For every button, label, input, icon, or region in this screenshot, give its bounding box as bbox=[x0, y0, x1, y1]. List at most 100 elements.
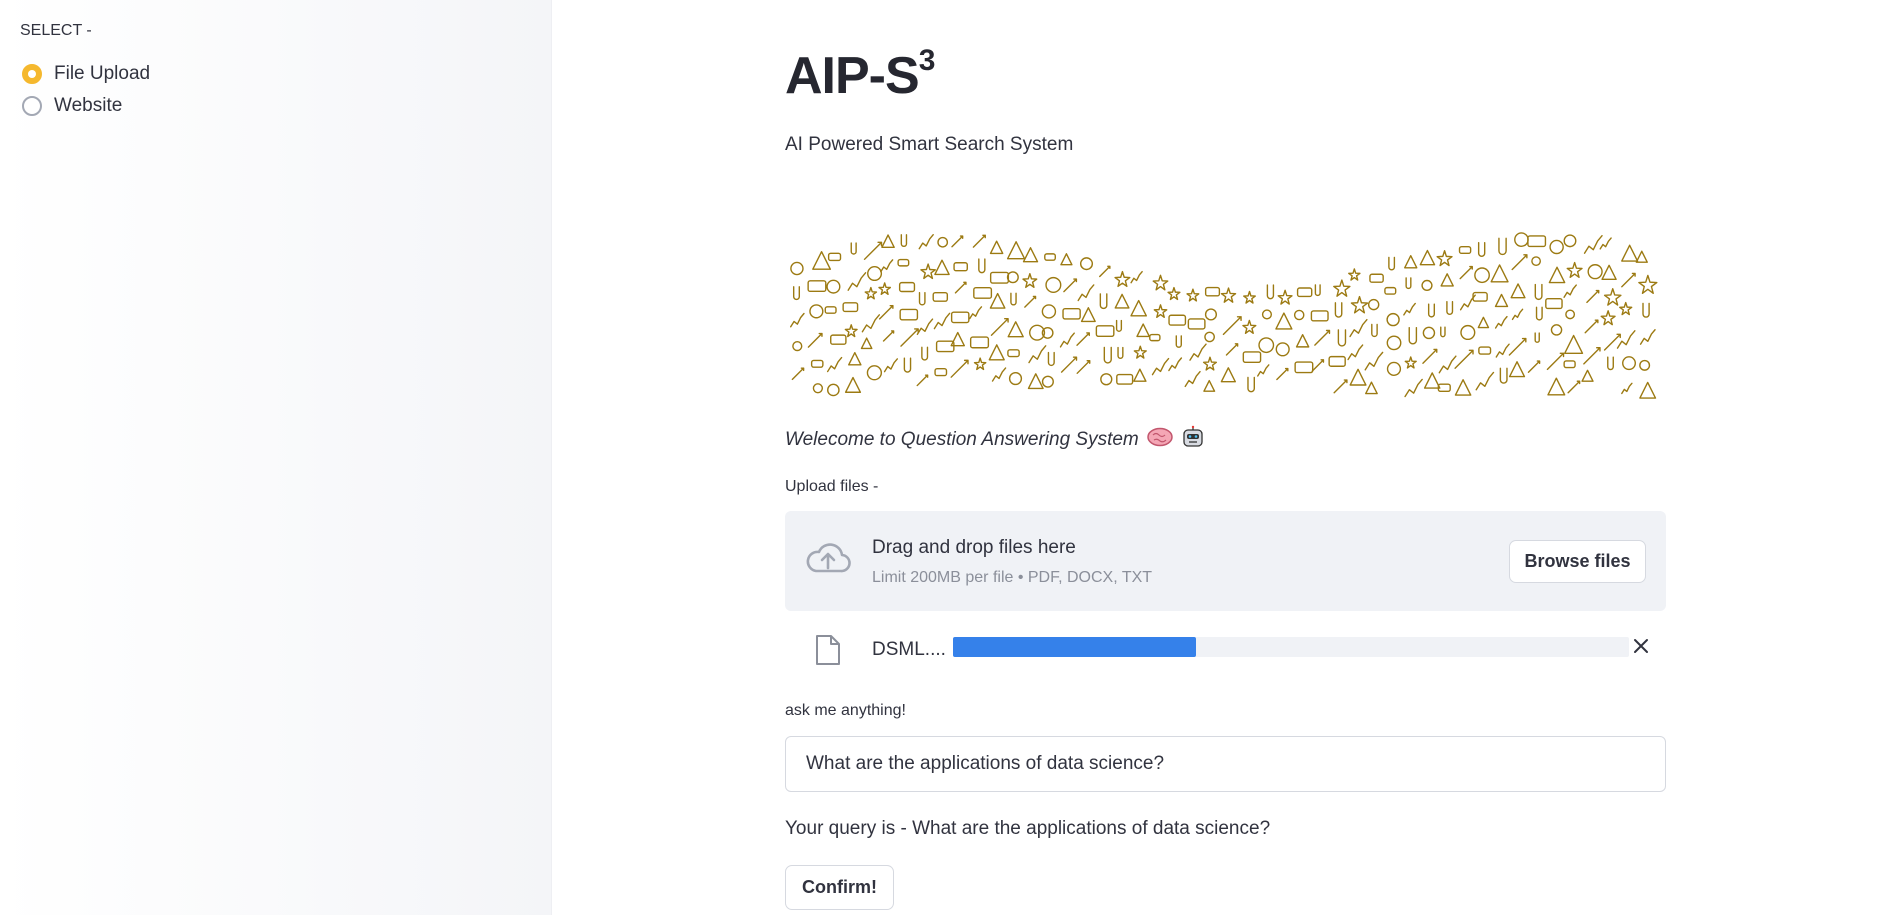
doodle-sketch-icon bbox=[916, 374, 929, 387]
doodle-sketch-icon bbox=[1563, 360, 1576, 369]
doodle-sketch-icon bbox=[1494, 293, 1509, 308]
doodle-sketch-icon bbox=[1258, 337, 1275, 354]
remove-file-close-icon[interactable] bbox=[1627, 632, 1655, 660]
doodle-sketch-icon bbox=[1099, 293, 1108, 310]
doodle-sketch-icon bbox=[1027, 373, 1044, 390]
doodle-sketch-icon bbox=[1369, 273, 1384, 283]
doodle-sketch-icon bbox=[1511, 308, 1524, 321]
doodle-sketch-icon bbox=[898, 281, 916, 293]
browse-files-button[interactable]: Browse files bbox=[1509, 540, 1646, 583]
doodle-sketch-icon bbox=[969, 306, 983, 320]
doodle-sketch-icon bbox=[1599, 237, 1612, 250]
doodle-sketch-icon bbox=[899, 308, 919, 321]
doodle-sketch-icon bbox=[937, 236, 949, 248]
doodle-sketch-icon bbox=[809, 304, 824, 319]
page-title-text: AIP-S bbox=[785, 47, 920, 105]
doodle-sketch-icon bbox=[1136, 323, 1151, 338]
doodle-sketch-icon bbox=[1600, 310, 1616, 326]
doodle-sketch-icon bbox=[1472, 291, 1488, 302]
doodle-sketch-icon bbox=[1133, 345, 1147, 359]
doodle-sketch-icon bbox=[1440, 273, 1454, 287]
doodle-sketch-icon bbox=[1275, 342, 1290, 357]
page-title-superscript: 3 bbox=[918, 44, 936, 77]
doodle-sketch-icon bbox=[1187, 318, 1206, 330]
doodle-sketch-icon bbox=[1534, 283, 1543, 300]
page-subtitle: AI Powered Smart Search System bbox=[785, 134, 1074, 155]
doodle-sketch-icon bbox=[850, 242, 857, 255]
upload-files-label: Upload files - bbox=[785, 478, 879, 495]
doodle-sketch-icon bbox=[1175, 335, 1182, 348]
doodle-sketch-icon bbox=[1499, 367, 1508, 384]
doodle-sketch-icon bbox=[1639, 359, 1651, 371]
doodle-sketch-icon bbox=[1508, 337, 1527, 356]
doodle-sketch-icon bbox=[1514, 232, 1529, 247]
doodle-sketch-icon bbox=[1446, 301, 1454, 315]
doodle-sketch-icon bbox=[1247, 376, 1255, 393]
doodle-sketch-icon bbox=[1296, 287, 1313, 298]
doodle-sketch-icon bbox=[864, 286, 878, 300]
doodle-sketch-icon bbox=[807, 280, 827, 293]
uploaded-file-name: DSML.... bbox=[872, 639, 946, 660]
doodle-sketch-icon bbox=[989, 292, 1006, 309]
doodle-sketch-icon bbox=[1638, 274, 1658, 294]
doodle-sketch-icon bbox=[921, 346, 929, 361]
doodle-sketch-icon bbox=[1348, 268, 1361, 281]
dropzone-title: Drag and drop files here bbox=[872, 537, 1076, 558]
doodle-sketch-icon bbox=[1168, 357, 1183, 372]
doodle-sketch-icon bbox=[1041, 375, 1054, 388]
confirm-button[interactable]: Confirm! bbox=[785, 865, 894, 910]
doodle-sketch-icon bbox=[1022, 247, 1039, 263]
doodle-sketch-icon bbox=[920, 263, 936, 280]
doodle-sketch-icon bbox=[973, 357, 987, 371]
doodle-sketch-icon bbox=[878, 282, 892, 295]
doodle-sketch-icon bbox=[1583, 235, 1603, 254]
radio-option-website[interactable]: Website bbox=[22, 95, 122, 117]
doodle-sketch-icon bbox=[844, 376, 862, 393]
doodle-sketch-icon bbox=[1565, 309, 1576, 320]
doodle-sketch-icon bbox=[1095, 325, 1115, 337]
education-doodle-banner bbox=[785, 222, 1666, 402]
doodle-sketch-icon bbox=[1168, 314, 1187, 326]
doodle-sketch-icon bbox=[1041, 304, 1057, 319]
doodle-sketch-icon bbox=[1436, 250, 1453, 267]
doodle-sketch-icon bbox=[1405, 277, 1412, 290]
query-input[interactable] bbox=[785, 736, 1666, 792]
doodle-sketch-icon bbox=[934, 259, 950, 276]
doodle-sketch-icon bbox=[1045, 276, 1062, 293]
doodle-sketch-icon bbox=[1403, 302, 1416, 316]
doodle-sketch-icon bbox=[1080, 307, 1096, 323]
doodle-sketch-icon bbox=[1334, 302, 1343, 318]
doodle-sketch-icon bbox=[1454, 379, 1472, 396]
file-dropzone[interactable]: Drag and drop files here Limit 200MB per… bbox=[785, 511, 1666, 611]
radio-option-file-upload[interactable]: File Upload bbox=[22, 63, 150, 85]
doodle-sketch-icon bbox=[950, 359, 969, 378]
doodle-sketch-icon bbox=[933, 312, 951, 330]
doodle-sketch-icon bbox=[1204, 308, 1218, 321]
doodle-sketch-icon bbox=[847, 272, 867, 291]
doodle-sketch-icon bbox=[791, 367, 805, 381]
doodle-sketch-icon bbox=[1010, 292, 1017, 306]
doodle-sketch-icon bbox=[1422, 326, 1436, 340]
doodle-sketch-icon bbox=[1619, 301, 1633, 316]
doodle-sketch-icon bbox=[826, 356, 843, 373]
doodle-banner-graphic bbox=[790, 232, 1658, 399]
doodle-sketch-icon bbox=[1527, 235, 1547, 248]
radio-button-unchecked[interactable] bbox=[22, 96, 42, 116]
radio-button-checked[interactable] bbox=[22, 64, 42, 84]
doodle-sketch-icon bbox=[883, 358, 898, 373]
doodle-sketch-icon bbox=[1044, 253, 1056, 261]
doodle-sketch-icon bbox=[1007, 321, 1024, 338]
doodle-sketch-icon bbox=[827, 252, 842, 262]
doodle-sketch-icon bbox=[790, 261, 804, 276]
doodle-sketch-icon bbox=[1220, 287, 1237, 303]
brain-icon bbox=[1147, 427, 1173, 453]
doodle-sketch-icon bbox=[1349, 318, 1368, 338]
doodle-sketch-icon bbox=[916, 318, 934, 336]
doodle-sketch-icon bbox=[935, 340, 955, 353]
doodle-sketch-icon bbox=[1567, 380, 1581, 394]
doodle-sketch-icon bbox=[1276, 367, 1289, 381]
doodle-sketch-icon bbox=[830, 334, 847, 345]
doodle-sketch-icon bbox=[1114, 270, 1131, 288]
doodle-sketch-icon bbox=[1328, 355, 1346, 367]
doodle-sketch-icon bbox=[969, 336, 990, 349]
